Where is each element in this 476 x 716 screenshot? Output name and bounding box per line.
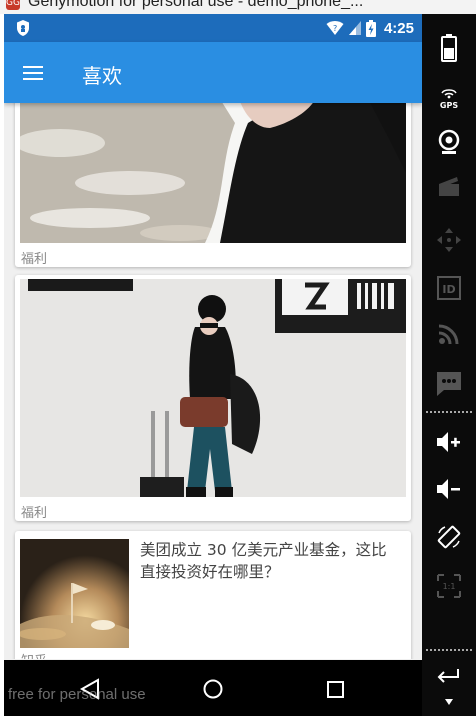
toolbar-divider [426, 411, 472, 413]
cell-signal-icon [348, 21, 361, 35]
card-tag: 福利 [21, 506, 48, 521]
device-screen: ? 4:25 喜欢 福利 福利 美团成立 30 亿美元产业基金，这比直接投资好在… [4, 14, 422, 716]
beach-woman-photo [20, 103, 406, 243]
article-headline[interactable]: 美团成立 30 亿美元产业基金，这比直接投资好在哪里？ [140, 539, 402, 583]
svg-text:1:1: 1:1 [443, 582, 456, 591]
volume-down-button[interactable] [422, 469, 476, 509]
battery-icon [441, 34, 457, 62]
feed-card-welfare-1[interactable]: 福利 [15, 103, 411, 267]
webcam-widget-button[interactable] [422, 122, 476, 162]
feed-card-article[interactable]: 美团成立 30 亿美元产业基金，这比直接投资好在哪里？ 知乎 [15, 531, 411, 659]
window-title-bar: GG Genymotion for personal use - demo_ph… [0, 0, 476, 14]
card-source-tag: 知乎 [21, 650, 47, 659]
status-bar: ? 4:25 [4, 14, 422, 42]
svg-text:?: ? [333, 24, 337, 33]
identifier-label: ID [442, 283, 455, 296]
page-title: 喜欢 [82, 64, 122, 88]
rotate-screen-button[interactable] [422, 517, 476, 557]
home-button[interactable] [198, 674, 228, 704]
card-tag: 福利 [21, 252, 48, 267]
return-arrow-icon [437, 669, 459, 683]
sms-icon [437, 372, 461, 396]
volume-down-icon [437, 479, 460, 499]
recents-button[interactable] [320, 674, 350, 704]
battery-widget-button[interactable] [422, 28, 476, 68]
card-photo[interactable] [20, 103, 406, 243]
luggage-woman-photo [20, 279, 406, 497]
menu-triangle-icon [445, 699, 453, 705]
webcam-icon [438, 129, 460, 154]
status-clock: 4:25 [383, 19, 414, 37]
favorites-feed[interactable]: 福利 福利 美团成立 30 亿美元产业基金，这比直接投资好在哪里？ [4, 103, 422, 659]
hamburger-menu-button[interactable] [20, 62, 46, 84]
move-widget-button[interactable] [422, 220, 476, 260]
rss-widget-button[interactable] [422, 314, 476, 354]
rotate-icon [437, 525, 461, 549]
gps-widget-button[interactable]: GPS [422, 76, 476, 116]
window-title: Genymotion for personal use - demo_phone… [28, 0, 364, 10]
menu-key-button[interactable] [422, 690, 476, 714]
video-capture-widget-button[interactable] [422, 166, 476, 206]
menu-icon-line [23, 72, 43, 74]
status-icons: ? 4:25 [326, 18, 414, 38]
video-capture-icon [439, 177, 459, 196]
menu-icon-line [23, 66, 43, 68]
golf-flag-photo [20, 539, 129, 648]
recents-square-icon [327, 681, 344, 698]
shield-icon [17, 20, 29, 36]
volume-up-icon [437, 432, 460, 452]
pixel-ratio-button[interactable]: 1:1 [422, 566, 476, 606]
menu-icon-line [23, 78, 43, 80]
sms-widget-button[interactable] [422, 364, 476, 404]
rss-icon [438, 324, 459, 345]
volume-up-button[interactable] [422, 422, 476, 462]
gps-icon: GPS [440, 89, 458, 110]
emulator-toolbar: GPS ID 1:1 [422, 14, 476, 716]
gps-label: GPS [440, 101, 458, 110]
personal-use-watermark: free for personal use [8, 686, 146, 703]
genymotion-app-icon: GG [6, 0, 20, 10]
move-icon [437, 228, 461, 252]
feed-card-welfare-2[interactable]: 福利 [15, 275, 411, 521]
home-circle-icon [203, 679, 223, 699]
card-photo[interactable] [20, 279, 406, 497]
battery-charging-icon [365, 19, 376, 37]
identifier-icon: ID [437, 276, 461, 300]
toolbar-divider [426, 649, 472, 651]
identifier-widget-button[interactable]: ID [422, 268, 476, 308]
article-thumbnail[interactable] [20, 539, 129, 648]
app-bar: 喜欢 [4, 42, 422, 103]
pixel-ratio-icon: 1:1 [437, 574, 461, 598]
wifi-icon: ? [326, 21, 344, 35]
